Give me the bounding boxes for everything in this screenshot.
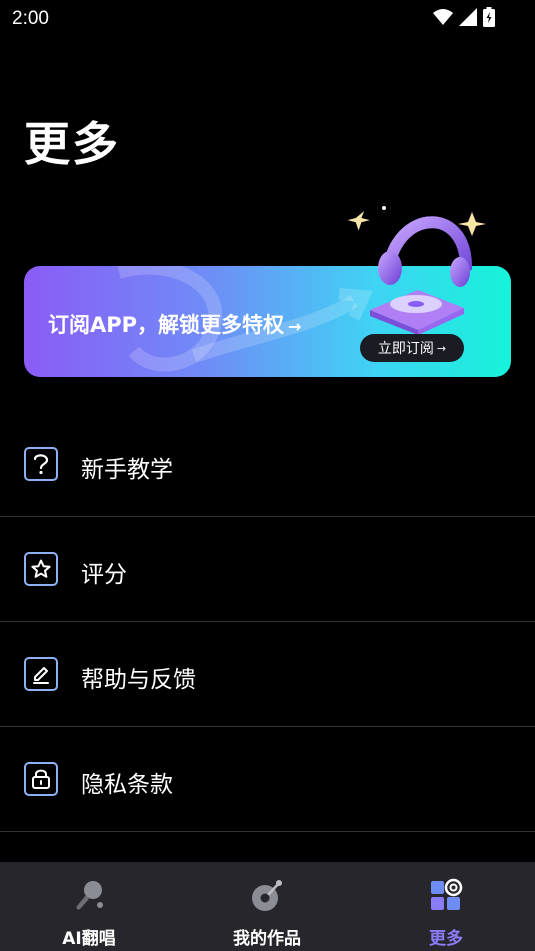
record-icon	[252, 880, 282, 911]
arrow-right-icon: →	[436, 341, 447, 355]
tab-label: 我的作品	[233, 929, 301, 949]
tab-label: AI翻唱	[62, 929, 116, 949]
status-time: 2:00	[12, 8, 49, 29]
tab-more[interactable]: 更多	[401, 862, 491, 951]
microphone-icon	[76, 881, 103, 910]
subscribe-now-label: 立即订阅	[377, 341, 434, 357]
wifi-icon	[433, 9, 453, 25]
signal-icon	[459, 8, 477, 26]
bottom-tab-bar: AI翻唱 我的作品 更多	[0, 862, 535, 951]
menu-item-privacy[interactable]: 隐私条款	[0, 727, 535, 832]
menu-item-feedback[interactable]: 帮助与反馈	[0, 622, 535, 727]
banner-text: 订阅APP，解锁更多特权 →	[48, 309, 301, 339]
menu-item-tutorial[interactable]: 新手教学	[0, 412, 535, 517]
banner-title: 订阅APP，解锁更多特权	[48, 313, 285, 337]
page-title: 更多	[24, 117, 120, 171]
tab-ai-cover[interactable]: AI翻唱	[44, 862, 134, 951]
arrow-right-icon: →	[288, 317, 302, 336]
menu-item-label: 隐私条款	[81, 772, 173, 798]
lock-icon	[24, 762, 58, 796]
headphones-illustration	[348, 206, 486, 335]
question-icon	[24, 447, 58, 481]
tab-label: 更多	[429, 929, 463, 949]
menu-item-label: 评分	[81, 562, 127, 588]
menu-item-rating[interactable]: 评分	[0, 517, 535, 622]
battery-icon	[483, 7, 495, 27]
tab-my-works[interactable]: 我的作品	[222, 862, 312, 951]
settings-menu: 新手教学 评分 帮助与反馈 隐私条款	[0, 412, 535, 832]
more-icon	[431, 878, 463, 910]
star-icon	[24, 552, 58, 586]
menu-item-label: 新手教学	[81, 457, 173, 483]
menu-item-label: 帮助与反馈	[81, 667, 196, 693]
edit-icon	[24, 657, 58, 691]
status-icons	[433, 7, 495, 27]
subscribe-now-button[interactable]: 立即订阅 →	[360, 334, 464, 362]
status-bar: 2:00	[0, 0, 535, 36]
